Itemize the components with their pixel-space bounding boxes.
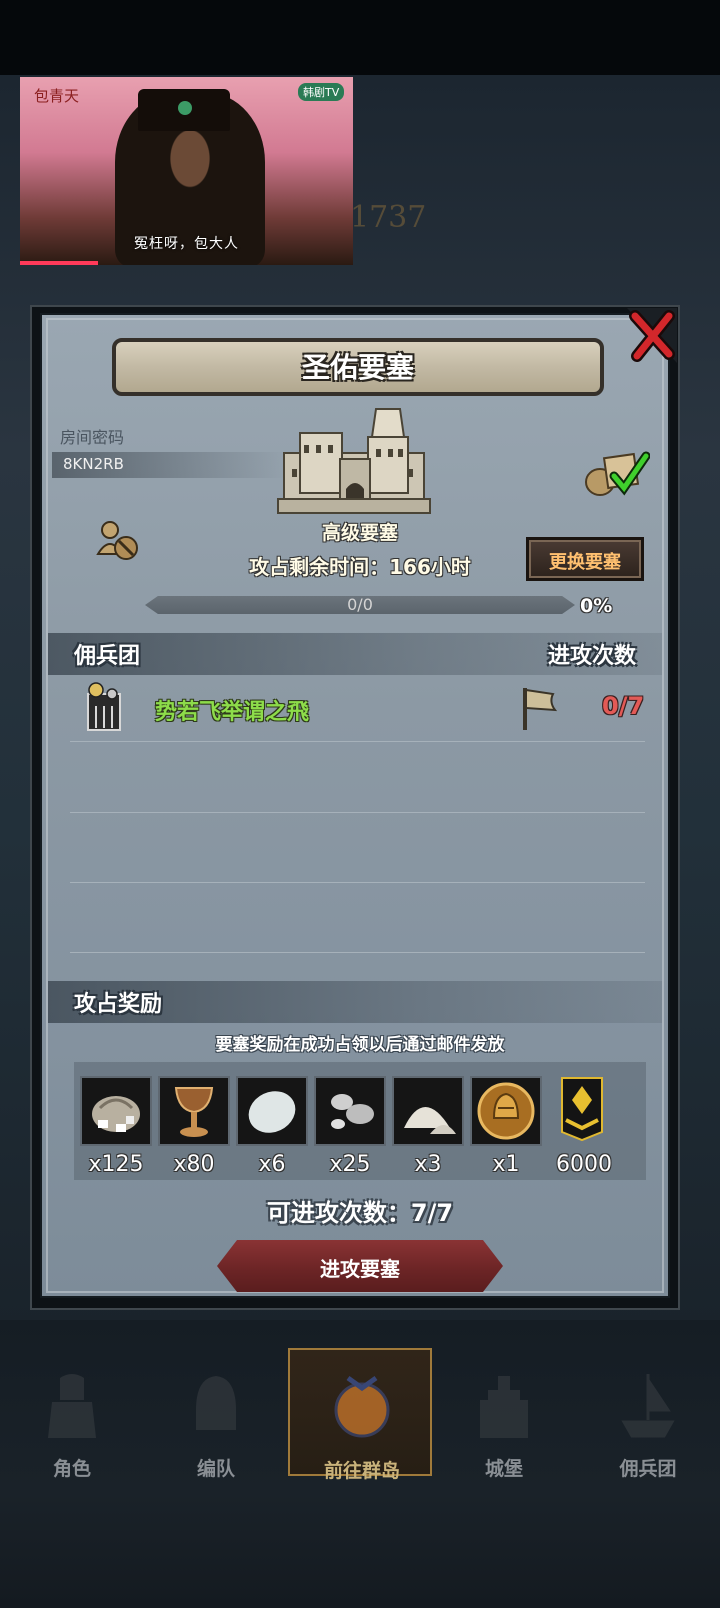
list-divider [70, 882, 645, 883]
nav-item-islands[interactable]: 前往群岛 [288, 1348, 432, 1482]
room-code[interactable]: 8KN2RB [63, 455, 124, 473]
nav-label: 城堡 [484, 1458, 523, 1480]
nav-label: 编队 [196, 1458, 235, 1480]
reward-qty: x125 [88, 1152, 144, 1177]
salt-pile-icon [404, 1107, 456, 1134]
nav-label: 角色 [52, 1458, 91, 1480]
nav-label: 前往群岛 [323, 1460, 400, 1482]
reward-slot[interactable] [470, 1076, 542, 1146]
capture-progress-text: 0/0 [347, 595, 373, 614]
guild-name[interactable]: 势若飞举谓之飛 [155, 694, 309, 726]
nav-item-character[interactable]: 角色 [0, 1348, 144, 1480]
reward-slot[interactable] [80, 1076, 152, 1146]
list-divider [70, 952, 645, 953]
ship-icon [621, 1374, 675, 1438]
silver-beads-icon [331, 1094, 374, 1129]
reward-header: 攻占奖励 [74, 992, 163, 1017]
nav-item-mercenaries[interactable]: 佣兵团 [576, 1348, 720, 1480]
guild-emblem-icon [82, 680, 126, 732]
reward-qty: 6000 [556, 1152, 612, 1177]
video-channel-badge: 韩剧TV [298, 83, 345, 101]
island-icon [334, 1375, 390, 1438]
bottom-nav: 角色 编队 前往群岛 城堡 佣兵团 [0, 1348, 720, 1482]
no-user-icon[interactable] [96, 520, 140, 562]
reward-slot[interactable] [392, 1076, 464, 1146]
list-divider [70, 741, 645, 742]
capture-progress-percent: 0% [580, 595, 613, 617]
room-password-label: 房间密码 [60, 428, 125, 447]
nav-label: 佣兵团 [619, 1458, 677, 1480]
close-button[interactable] [627, 308, 677, 363]
attack-fortress-label: 进攻要塞 [320, 1257, 400, 1281]
sack-of-coins-icon [92, 1096, 140, 1132]
rank-badge-icon [561, 1077, 603, 1142]
attack-fortress-button[interactable]: 进攻要塞 [217, 1240, 503, 1292]
available-attacks: 可进攻次数：7/7 [266, 1199, 454, 1227]
nav-item-formation[interactable]: 编队 [144, 1348, 288, 1480]
stash-confirmed-icon[interactable] [584, 442, 651, 498]
knight-icon [48, 1374, 96, 1438]
list-divider [70, 812, 645, 813]
reward-qty: x80 [173, 1152, 215, 1177]
helmet-icon [196, 1376, 236, 1430]
change-fortress-button[interactable]: 更换要塞 [526, 537, 644, 581]
goblet-icon [174, 1087, 214, 1137]
dialog-title: 圣佑要塞 [301, 351, 414, 384]
reward-qty: x25 [329, 1152, 371, 1177]
guild-attack-count: 0/7 [602, 692, 645, 720]
reward-qty: x3 [414, 1152, 442, 1177]
white-stone-icon [248, 1091, 296, 1133]
reward-note: 要塞奖励在成功占领以后通过邮件发放 [215, 1035, 505, 1055]
fortress-castle-icon [276, 405, 432, 515]
close-icon [627, 308, 677, 363]
reward-list: x125 x80 x6 x25 x3 x1 6000 [74, 1062, 646, 1180]
capture-time-remaining: 攻占剩余时间：166小时 [249, 555, 471, 579]
gold-helmet-medal-icon [477, 1082, 535, 1140]
nav-item-castle[interactable]: 城堡 [432, 1348, 576, 1480]
video-logo: 包青天 [34, 87, 80, 105]
video-actor-hat-gem [178, 101, 192, 115]
reward-slot[interactable] [548, 1076, 620, 1146]
attacks-header: 进攻次数 [548, 644, 637, 669]
reward-slot[interactable] [314, 1076, 386, 1146]
background-score: 1737 [350, 200, 427, 235]
flag-icon [521, 686, 559, 732]
change-fortress-label: 更换要塞 [549, 552, 621, 573]
mercenary-header: 佣兵团 [74, 644, 141, 669]
status-bar-area [0, 0, 720, 75]
reward-qty: x1 [492, 1152, 520, 1177]
reward-slot[interactable] [236, 1076, 308, 1146]
fortress-grade: 高级要塞 [321, 522, 398, 544]
reward-slot[interactable] [158, 1076, 230, 1146]
video-caption: 冤枉呀，包大人 [134, 236, 239, 252]
reward-qty: x6 [258, 1152, 286, 1177]
floating-video[interactable]: 包青天 韩剧TV 冤枉呀，包大人 [20, 77, 353, 265]
video-progress-bar [20, 261, 98, 265]
castle-icon [480, 1376, 528, 1438]
